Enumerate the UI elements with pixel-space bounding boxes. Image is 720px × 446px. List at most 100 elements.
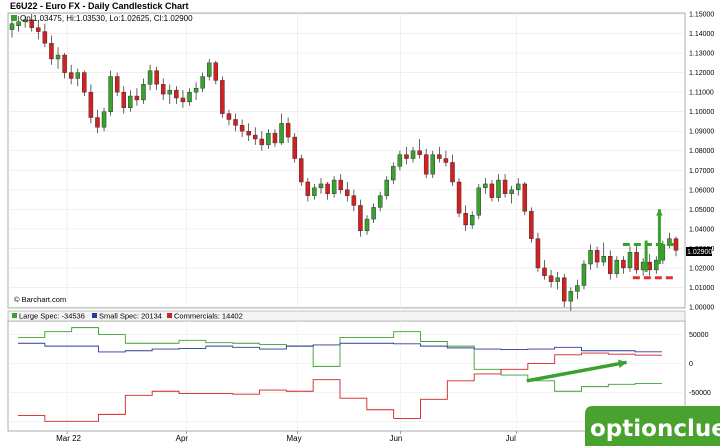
candle-body (121, 91, 127, 108)
candle-body (430, 154, 435, 175)
candle-body (299, 158, 304, 183)
cot-y-tick-label: -50000 (689, 390, 711, 397)
candle-body (95, 117, 100, 128)
candle-body (351, 195, 357, 206)
candle-body (42, 31, 48, 44)
candle-body (391, 166, 396, 181)
price-y-tick-label: 1.12000 (689, 70, 714, 77)
legend-large-spec: Large Spec: -34536 (19, 312, 85, 321)
candle-body (206, 62, 212, 77)
candle-body (660, 244, 666, 261)
price-y-tick-label: 1.05000 (689, 207, 714, 214)
candle-body (200, 76, 205, 89)
legend-swatch-small-spec (92, 313, 97, 318)
candle-body (325, 183, 330, 194)
candle-body (193, 88, 199, 93)
candle-body (246, 130, 251, 136)
price-y-tick-label: 1.11000 (689, 90, 714, 97)
candle-body (55, 54, 61, 60)
candle-body (614, 259, 620, 274)
candle-body (575, 285, 580, 292)
chart-title: E6U22 - Euro FX - Daily Candlestick Char… (10, 1, 189, 11)
price-y-tick-label: 1.00000 (689, 305, 714, 312)
candle-body (588, 250, 593, 265)
candle-body (233, 119, 238, 126)
candle-body (621, 259, 626, 269)
candle-body (548, 275, 554, 282)
x-tick-label: Jun (389, 434, 402, 443)
legend-commercials: Commercials: 14402 (174, 312, 243, 321)
candle-body (594, 250, 600, 263)
candle-body (134, 95, 140, 101)
x-axis: Mar 22 Apr May Jun Jul (56, 431, 517, 443)
candle-body (101, 111, 107, 128)
candle-body (292, 136, 297, 159)
candle-body (68, 72, 74, 79)
candle-body (62, 54, 67, 73)
candle-body (174, 89, 179, 99)
candle-body (259, 138, 265, 146)
candle-body (443, 158, 449, 163)
candle-body (272, 132, 278, 144)
legend-small-spec: Small Spec: 20134 (99, 312, 162, 321)
watermark-text: optionclue.com (590, 416, 720, 442)
candle-body (483, 183, 488, 189)
candle-body (469, 214, 475, 226)
candle-body (417, 150, 422, 155)
chart-svg: 1.000001.010001.020001.030001.040001.050… (7, 1, 720, 446)
candle-body (114, 76, 120, 93)
candle-body (515, 183, 521, 191)
candle-body (108, 76, 113, 112)
x-tick-label: Jul (506, 434, 516, 443)
candle-body (450, 162, 455, 183)
candle-body (36, 27, 41, 32)
candle-body (345, 189, 350, 196)
candle-body (187, 91, 192, 103)
price-y-tick-label: 1.09000 (689, 129, 714, 136)
candle-body (331, 179, 337, 194)
price-y-tick-label: 1.06000 (689, 187, 714, 194)
candle-body (285, 123, 291, 138)
credit-label: © Barchart.com (14, 295, 66, 304)
candle-body (141, 84, 146, 101)
candle-body (555, 277, 560, 282)
candle-body (423, 154, 429, 175)
candle-body (627, 252, 633, 269)
candle-body (476, 187, 482, 216)
candle-body (226, 113, 232, 120)
candle-body (128, 95, 133, 108)
candle-body (654, 259, 659, 271)
candle-body (496, 179, 501, 198)
candle-body (220, 80, 225, 114)
candle-body (253, 134, 258, 140)
candle-body (358, 205, 363, 232)
candle-body (147, 70, 153, 85)
price-y-tick-label: 1.02000 (689, 265, 714, 272)
candle-body (437, 154, 442, 159)
candle-body (404, 154, 409, 159)
candle-body (561, 277, 567, 302)
candle-body (266, 132, 271, 146)
candle-body (410, 150, 416, 159)
candle-body (384, 179, 389, 196)
candle-body (542, 267, 547, 276)
price-y-tick-label: 1.08000 (689, 148, 714, 155)
candle-body (9, 23, 15, 30)
candle-body (305, 181, 311, 196)
candle-body (49, 43, 54, 60)
candle-body (338, 179, 343, 191)
candle-body (502, 179, 508, 194)
candle-body (568, 291, 574, 302)
candle-body (318, 183, 324, 189)
last-price-label: 1.02900 (687, 249, 712, 256)
candle-body (154, 70, 159, 85)
price-y-tick-label: 1.14000 (689, 31, 714, 38)
candle-body (377, 195, 383, 208)
candle-body (160, 84, 166, 95)
candle-body (535, 238, 541, 269)
candle-body (279, 123, 284, 144)
candle-body (180, 97, 186, 103)
price-y-tick-label: 1.10000 (689, 109, 714, 116)
candle-body (213, 62, 219, 81)
candle-body (167, 89, 173, 95)
